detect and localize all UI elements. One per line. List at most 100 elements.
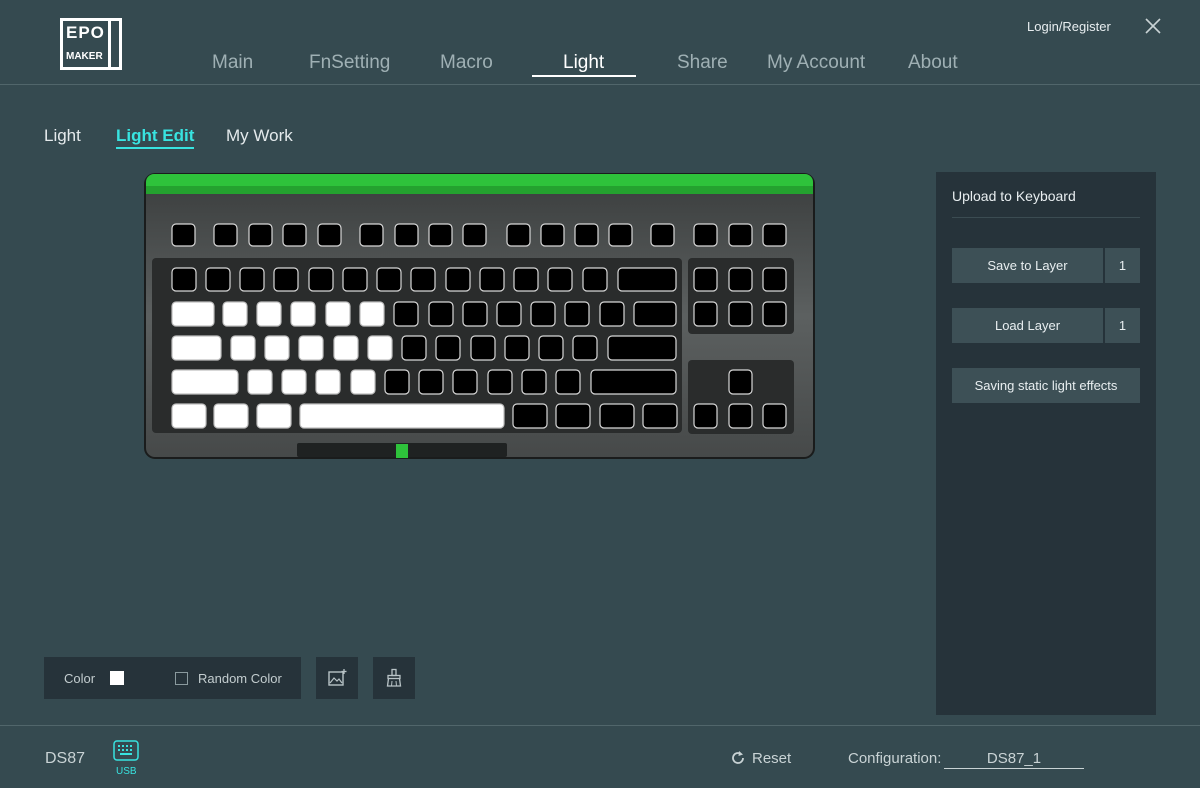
keyboard-key[interactable]	[504, 335, 530, 361]
keyboard-key[interactable]	[582, 267, 608, 292]
configuration-value[interactable]: DS87_1	[944, 750, 1084, 769]
keyboard-key[interactable]	[410, 267, 436, 292]
keyboard-key[interactable]	[350, 369, 376, 395]
keyboard-key[interactable]	[401, 335, 427, 361]
keyboard-key[interactable]	[540, 223, 565, 247]
keyboard-key[interactable]	[470, 335, 496, 361]
random-color-checkbox[interactable]	[175, 672, 188, 685]
keyboard-key[interactable]	[230, 335, 256, 361]
keyboard-key[interactable]	[487, 369, 513, 395]
keyboard-key[interactable]	[728, 301, 753, 327]
keyboard-key[interactable]	[273, 267, 299, 292]
keyboard-key[interactable]	[693, 301, 718, 327]
keyboard-key[interactable]	[171, 335, 222, 361]
keyboard-key[interactable]	[367, 335, 393, 361]
keyboard-key[interactable]	[693, 267, 718, 292]
keyboard-key[interactable]	[248, 223, 273, 247]
keyboard-key[interactable]	[599, 301, 625, 327]
keyboard-key[interactable]	[452, 369, 478, 395]
keyboard-key[interactable]	[418, 369, 444, 395]
keyboard-key[interactable]	[325, 301, 351, 327]
keyboard-key[interactable]	[171, 301, 215, 327]
load-layer-button[interactable]: Load Layer	[952, 308, 1103, 343]
keyboard-key[interactable]	[171, 267, 197, 292]
random-color-label[interactable]: Random Color	[198, 671, 282, 686]
save-to-layer-button[interactable]: Save to Layer	[952, 248, 1103, 283]
import-image-button[interactable]	[316, 657, 358, 699]
color-swatch[interactable]	[110, 671, 124, 685]
keyboard-key[interactable]	[728, 267, 753, 292]
subtab-my-work[interactable]: My Work	[226, 126, 293, 146]
nav-macro[interactable]: Macro	[440, 52, 493, 74]
keyboard-key[interactable]	[650, 223, 675, 247]
nav-main[interactable]: Main	[212, 52, 253, 74]
keyboard-key[interactable]	[555, 369, 581, 395]
keyboard-key[interactable]	[264, 335, 290, 361]
keyboard-key[interactable]	[728, 223, 753, 247]
keyboard-key[interactable]	[496, 301, 522, 327]
keyboard-key[interactable]	[376, 267, 402, 292]
keyboard-key[interactable]	[590, 369, 677, 395]
keyboard-key[interactable]	[435, 335, 461, 361]
keyboard-key[interactable]	[513, 267, 539, 292]
keyboard-key[interactable]	[642, 403, 678, 429]
keyboard-key[interactable]	[213, 223, 238, 247]
keyboard-key[interactable]	[282, 223, 307, 247]
save-static-light-button[interactable]: Saving static light effects	[952, 368, 1140, 403]
keyboard-key[interactable]	[239, 267, 265, 292]
keyboard-key[interactable]	[171, 369, 239, 395]
keyboard-key[interactable]	[572, 335, 598, 361]
keyboard-key[interactable]	[315, 369, 341, 395]
keyboard-key[interactable]	[617, 267, 677, 292]
keyboard-key[interactable]	[574, 223, 599, 247]
keyboard-key[interactable]	[359, 223, 384, 247]
keyboard-key[interactable]	[462, 223, 487, 247]
keyboard-key[interactable]	[762, 223, 787, 247]
keyboard-key[interactable]	[256, 301, 282, 327]
keyboard-key[interactable]	[564, 301, 590, 327]
keyboard-key[interactable]	[394, 223, 419, 247]
keyboard-key[interactable]	[506, 223, 531, 247]
reset-icon[interactable]	[730, 750, 746, 766]
nav-about[interactable]: About	[908, 52, 958, 74]
keyboard-key[interactable]	[762, 267, 787, 292]
keyboard-key[interactable]	[599, 403, 635, 429]
keyboard-key[interactable]	[608, 223, 633, 247]
close-icon[interactable]	[1143, 16, 1163, 36]
keyboard-key[interactable]	[428, 301, 454, 327]
keyboard-key[interactable]	[547, 267, 573, 292]
keyboard-key[interactable]	[762, 301, 787, 327]
subtab-light-edit[interactable]: Light Edit	[116, 126, 195, 149]
keyboard-key[interactable]	[521, 369, 547, 395]
keyboard-key[interactable]	[512, 403, 548, 429]
keyboard-key[interactable]	[633, 301, 677, 327]
save-layer-select[interactable]: 1	[1105, 248, 1140, 283]
keyboard-key[interactable]	[342, 267, 368, 292]
keyboard-key[interactable]	[530, 301, 556, 327]
keyboard-key[interactable]	[607, 335, 677, 361]
nav-fnsetting[interactable]: FnSetting	[309, 52, 390, 74]
subtab-light[interactable]: Light	[44, 126, 81, 146]
keyboard-key[interactable]	[445, 267, 471, 292]
keyboard-key[interactable]	[247, 369, 273, 395]
nav-light[interactable]: Light	[563, 52, 604, 74]
keyboard-key[interactable]	[171, 403, 207, 429]
keyboard-key[interactable]	[333, 335, 359, 361]
keyboard-key[interactable]	[555, 403, 591, 429]
keyboard-key[interactable]	[462, 301, 488, 327]
keyboard-key[interactable]	[299, 403, 505, 429]
login-register-link[interactable]: Login/Register	[1027, 19, 1111, 34]
keyboard-key[interactable]	[213, 403, 249, 429]
keyboard-key[interactable]	[317, 223, 342, 247]
nav-share[interactable]: Share	[677, 52, 728, 74]
keyboard-key[interactable]	[693, 403, 718, 429]
keyboard-key[interactable]	[728, 403, 753, 429]
keyboard-key[interactable]	[298, 335, 324, 361]
keyboard-key[interactable]	[693, 223, 718, 247]
keyboard-key[interactable]	[479, 267, 505, 292]
load-layer-select[interactable]: 1	[1105, 308, 1140, 343]
keyboard-key[interactable]	[256, 403, 292, 429]
keyboard-key[interactable]	[762, 403, 787, 429]
keyboard-key[interactable]	[359, 301, 385, 327]
keyboard-key[interactable]	[393, 301, 419, 327]
